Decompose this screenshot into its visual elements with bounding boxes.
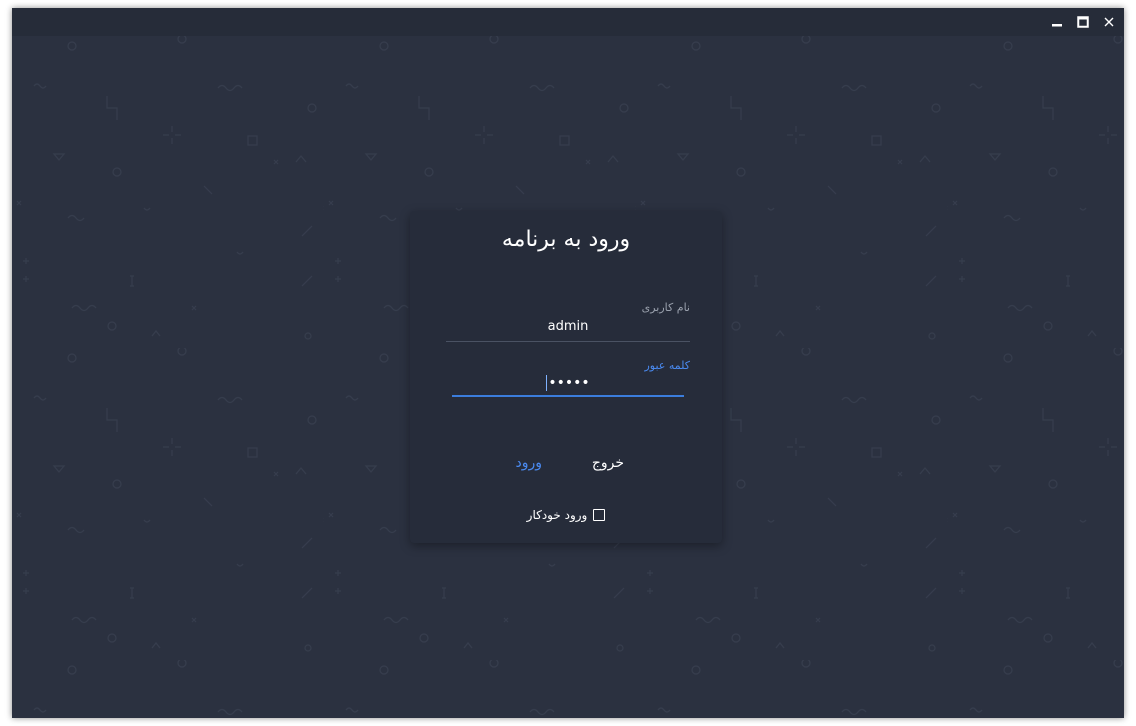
login-button[interactable]: ورود [507,451,550,475]
password-input[interactable]: ••••• [446,375,690,391]
login-title: ورود به برنامه [501,227,631,252]
app-window: ورود به برنامه نام کاربری admin کلمه عبو… [12,8,1124,718]
login-card: ورود به برنامه نام کاربری admin کلمه عبو… [410,211,722,543]
minimize-icon[interactable] [1050,15,1064,29]
auto-login-label: ورود خودکار [526,508,588,522]
exit-button[interactable]: خروج [584,451,632,475]
auto-login-checkbox[interactable] [593,509,606,521]
username-input[interactable]: admin [446,319,690,334]
title-bar[interactable] [12,8,1124,36]
window-controls [1050,8,1116,36]
username-underline [446,341,690,342]
auto-login-option[interactable]: ورود خودکار [410,508,722,522]
password-underline [452,395,684,397]
password-label: کلمه عبور [644,359,690,372]
maximize-icon[interactable] [1076,15,1090,29]
close-icon[interactable] [1102,15,1116,29]
password-field[interactable]: کلمه عبور ••••• [446,355,690,403]
username-field[interactable]: نام کاربری admin [446,297,690,343]
password-value: ••••• [548,375,590,391]
username-label: نام کاربری [641,301,690,314]
